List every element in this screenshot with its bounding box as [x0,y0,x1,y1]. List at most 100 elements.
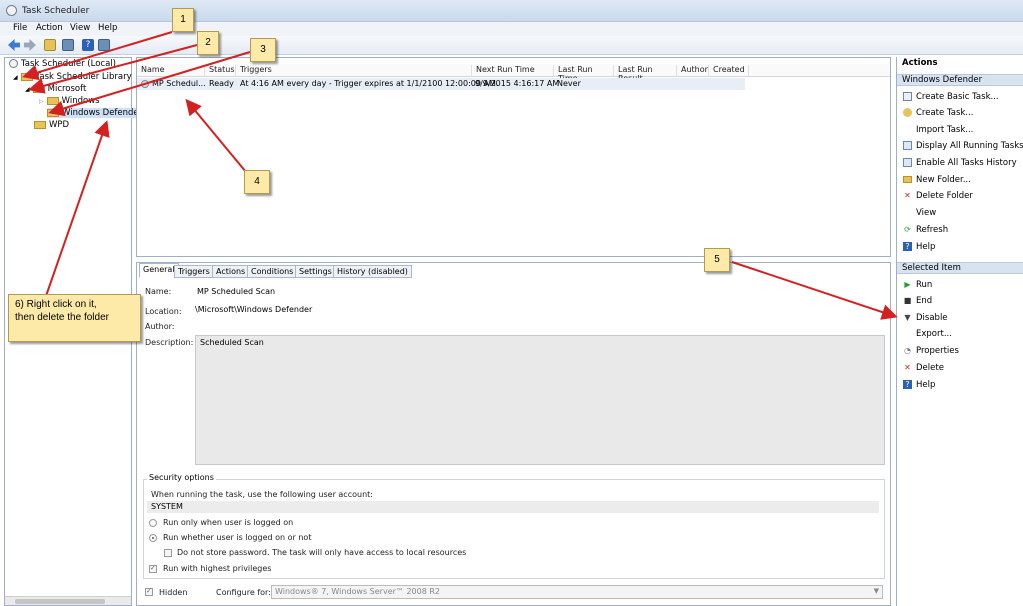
action-label: Delete Folder [916,191,973,201]
back-icon[interactable] [8,39,20,51]
col-status[interactable]: Status [205,65,236,77]
action-display-running[interactable]: Display All Running Tasks [903,141,1023,151]
action-delete[interactable]: ✕ Delete [903,363,944,373]
description-field[interactable]: Scheduled Scan [195,335,885,465]
task-detail-pane: General Triggers Actions Conditions Sett… [136,262,891,606]
task-icon [903,92,912,101]
chk-highest-privileges[interactable] [149,564,157,573]
show-hide-actions-icon[interactable] [98,39,110,51]
blank-icon [903,329,912,338]
radio-whether-label: Run whether user is logged on or not [163,533,312,542]
tab-triggers[interactable]: Triggers [174,265,214,278]
collapse-arrow-icon[interactable]: ▷ [39,98,44,105]
tree-microsoft[interactable]: ◢ Microsoft [25,84,86,94]
action-new-folder[interactable]: New Folder... [903,175,971,185]
actions-title: Actions [897,58,1023,70]
name-label: Name: [145,287,172,296]
cell-next-run: 9/9/2015 4:16:17 AM [475,79,560,88]
action-create-task[interactable]: Create Task... [903,108,973,118]
tree-windows-defender[interactable]: Windows Defende [47,108,143,118]
menu-file[interactable]: File [13,23,27,33]
radio-whether-logged-on[interactable] [149,534,157,542]
blank-icon [903,208,912,217]
scrollbar-thumb[interactable] [15,599,105,604]
task-list-header: Name Status Triggers Next Run Time Last … [137,64,890,83]
action-label: Properties [916,346,959,356]
action-help[interactable]: ? Help [903,242,935,252]
callout-6-line1: 6) Right click on it, [15,299,97,310]
configure-value: Windows® 7, Windows Server™ 2008 R2 [275,587,441,596]
title-bar: Task Scheduler [0,0,1023,22]
tab-conditions[interactable]: Conditions [247,265,298,278]
action-export[interactable]: Export... [903,329,952,339]
tree-library[interactable]: ◢ Task Scheduler Library [13,72,132,82]
tab-settings[interactable]: Settings [295,265,336,278]
col-next-run[interactable]: Next Run Time [472,65,554,77]
up-folder-icon[interactable] [44,39,56,51]
tab-actions[interactable]: Actions [212,265,250,278]
action-delete-folder[interactable]: ✕ Delete Folder [903,191,973,201]
chk-no-store-password[interactable] [164,549,172,557]
folder-icon [46,96,59,105]
task-list[interactable]: Name Status Triggers Next Run Time Last … [136,57,891,257]
callout-6-line2: then delete the folder [15,312,109,323]
col-author[interactable]: Author [677,65,709,77]
expand-arrow-icon[interactable]: ◢ [25,86,30,93]
action-view[interactable]: View [903,208,936,218]
expand-arrow-icon[interactable]: ◢ [13,74,18,81]
col-created[interactable]: Created [709,65,749,77]
action-enable-history[interactable]: Enable All Tasks History [903,158,1017,168]
chevron-down-icon: ▼ [873,587,879,595]
name-value[interactable]: MP Scheduled Scan [197,287,275,296]
action-label: Create Basic Task... [916,92,999,102]
action-refresh[interactable]: ⟳ Refresh [903,225,948,235]
forward-icon[interactable] [24,39,36,51]
description-label: Description: [145,338,194,347]
table-row[interactable]: MP Schedul... Ready At 4:16 AM every day… [137,78,745,90]
action-disable[interactable]: ▼ Disable [903,313,947,323]
task-scheduler-icon [6,5,17,16]
show-hide-tree-icon[interactable] [62,39,74,51]
action-run[interactable]: ▶ Run [903,280,932,290]
action-label: View [916,208,937,218]
toolbar: ? [0,36,1023,55]
callout-2: 2 [197,31,219,55]
col-last-run[interactable]: Last Run Time [554,65,614,83]
tree-windows[interactable]: ▷ Windows [39,96,100,106]
menu-action[interactable]: Action [36,23,63,33]
col-name[interactable]: Name [137,65,205,77]
refresh-icon: ⟳ [904,225,911,234]
action-label: Display All Running Tasks [916,141,1023,151]
help-icon[interactable]: ? [82,39,94,51]
col-triggers[interactable]: Triggers [236,65,472,77]
chk-hidden[interactable] [145,587,153,596]
author-label: Author: [145,322,175,331]
blank-icon [903,125,912,134]
action-import-task[interactable]: Import Task... [903,125,973,135]
tree-wpd[interactable]: WPD [34,120,69,130]
col-last-result[interactable]: Last Run Result [614,65,677,83]
cell-name: MP Schedul... [152,79,206,88]
section-selected-item[interactable]: Selected Item [897,262,1023,274]
tree-library-label: Task Scheduler Library [35,72,132,82]
action-create-basic-task[interactable]: Create Basic Task... [903,92,999,102]
action-label: Help [916,380,936,390]
configure-label: Configure for: [216,588,271,597]
horizontal-scrollbar[interactable] [5,596,131,605]
tree-root[interactable]: Task Scheduler (Local) [9,59,116,69]
user-account-field[interactable]: SYSTEM [147,501,879,513]
account-value: SYSTEM [151,502,183,511]
menu-help[interactable]: Help [98,23,117,33]
tab-history[interactable]: History (disabled) [333,265,412,278]
action-properties[interactable]: ◔ Properties [903,346,959,356]
radio-logged-on-label: Run only when user is logged on [163,518,294,527]
configure-dropdown[interactable]: Windows® 7, Windows Server™ 2008 R2 ▼ [271,585,883,599]
action-end[interactable]: ■ End [903,296,932,306]
section-windows-defender[interactable]: Windows Defender [897,74,1023,86]
radio-logged-on[interactable] [149,519,157,527]
callout-3: 3 [250,38,276,62]
menu-view[interactable]: View [70,23,90,33]
chk-nostore-label: Do not store password. The task will onl… [177,548,467,557]
action-help-item[interactable]: ? Help [903,380,935,390]
tab-general[interactable]: General [139,263,179,278]
